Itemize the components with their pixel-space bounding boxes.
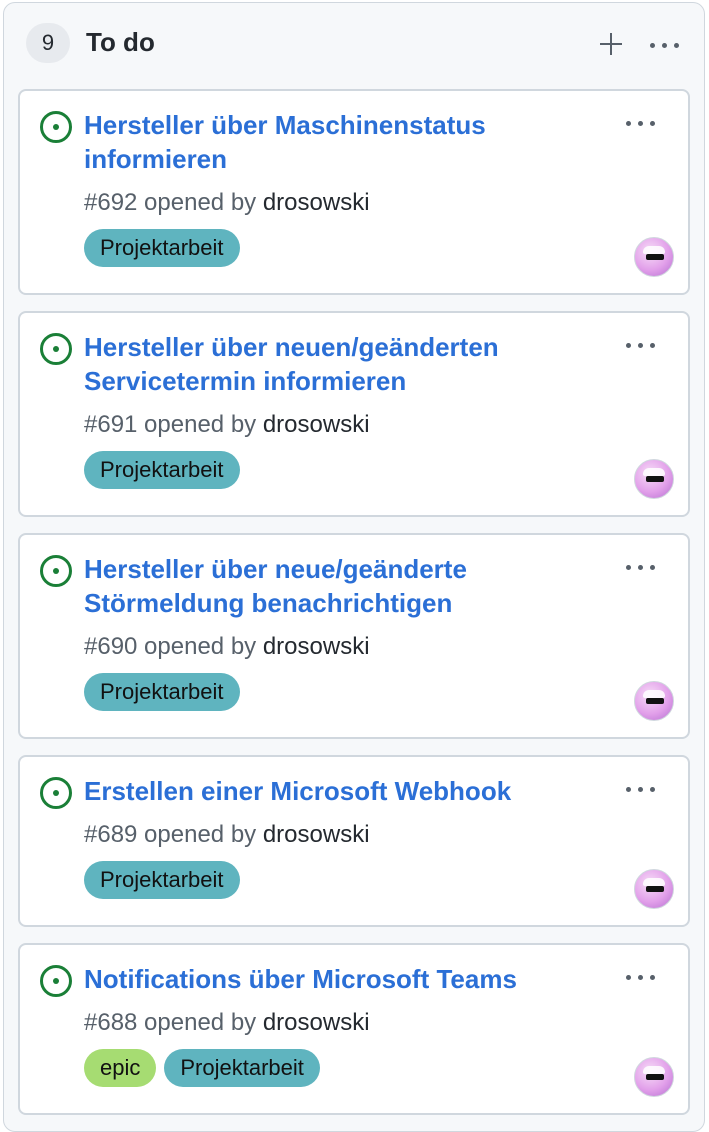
opened-by-text: opened by xyxy=(137,633,263,660)
label-projektarbeit[interactable]: Projektarbeit xyxy=(84,861,240,899)
issue-opened-icon xyxy=(40,965,72,997)
issue-meta: #689 opened by drosowski xyxy=(84,821,370,849)
issue-number: #688 xyxy=(84,1009,138,1036)
issue-opened-icon xyxy=(40,555,72,587)
avatar[interactable] xyxy=(634,1057,674,1097)
issue-count-badge: 9 xyxy=(26,23,70,63)
kebab-horizontal-icon[interactable] xyxy=(622,967,662,987)
issue-meta: #688 opened by drosowski xyxy=(84,1009,370,1037)
issue-card[interactable]: Notifications über Microsoft Teams #688 … xyxy=(18,943,690,1115)
issue-card[interactable]: Hersteller über Maschinenstatus informie… xyxy=(18,89,690,295)
kebab-horizontal-icon[interactable] xyxy=(622,335,662,355)
issue-meta: #690 opened by drosowski xyxy=(84,633,370,661)
issue-opened-icon xyxy=(40,777,72,809)
todo-column: 9 To do Hersteller über Maschinenstatus … xyxy=(3,2,705,1132)
issue-author[interactable]: drosowski xyxy=(263,1009,370,1036)
label-projektarbeit[interactable]: Projektarbeit xyxy=(164,1049,320,1087)
issue-title-link[interactable]: Notifications über Microsoft Teams xyxy=(84,962,604,996)
opened-by-text: opened by xyxy=(137,411,263,438)
opened-by-text: opened by xyxy=(137,821,263,848)
label-list: Projektarbeit xyxy=(84,861,240,899)
label-list: Projektarbeit xyxy=(84,673,240,711)
issue-author[interactable]: drosowski xyxy=(263,189,370,216)
issue-number: #691 xyxy=(84,411,138,438)
issue-title-link[interactable]: Erstellen einer Microsoft Webhook xyxy=(84,774,604,808)
issue-opened-icon xyxy=(40,111,72,143)
column-header: 9 To do xyxy=(4,3,704,89)
column-title: To do xyxy=(86,27,155,57)
avatar[interactable] xyxy=(634,459,674,499)
issue-author[interactable]: drosowski xyxy=(263,633,370,660)
issue-meta: #691 opened by drosowski xyxy=(84,411,370,439)
kebab-horizontal-icon[interactable] xyxy=(646,35,686,55)
label-projektarbeit[interactable]: Projektarbeit xyxy=(84,451,240,489)
issue-title-link[interactable]: Hersteller über neue/geänderte Störmeldu… xyxy=(84,552,604,620)
issue-author[interactable]: drosowski xyxy=(263,821,370,848)
issue-card[interactable]: Erstellen einer Microsoft Webhook #689 o… xyxy=(18,755,690,927)
issue-title-link[interactable]: Hersteller über Maschinenstatus informie… xyxy=(84,108,604,176)
kebab-horizontal-icon[interactable] xyxy=(622,113,662,133)
avatar[interactable] xyxy=(634,869,674,909)
issue-title-link[interactable]: Hersteller über neuen/geänderten Service… xyxy=(84,330,604,398)
kebab-horizontal-icon[interactable] xyxy=(622,557,662,577)
issue-number: #690 xyxy=(84,633,138,660)
kebab-horizontal-icon[interactable] xyxy=(622,779,662,799)
issue-number: #692 xyxy=(84,189,138,216)
label-list: epic Projektarbeit xyxy=(84,1049,320,1087)
label-projektarbeit[interactable]: Projektarbeit xyxy=(84,673,240,711)
issue-meta: #692 opened by drosowski xyxy=(84,189,370,217)
issue-card[interactable]: Hersteller über neue/geänderte Störmeldu… xyxy=(18,533,690,739)
label-list: Projektarbeit xyxy=(84,229,240,267)
issue-card[interactable]: Hersteller über neuen/geänderten Service… xyxy=(18,311,690,517)
opened-by-text: opened by xyxy=(137,189,263,216)
avatar[interactable] xyxy=(634,681,674,721)
label-list: Projektarbeit xyxy=(84,451,240,489)
avatar[interactable] xyxy=(634,237,674,277)
plus-icon[interactable] xyxy=(594,27,628,61)
opened-by-text: opened by xyxy=(137,1009,263,1036)
issue-number: #689 xyxy=(84,821,138,848)
issue-opened-icon xyxy=(40,333,72,365)
label-projektarbeit[interactable]: Projektarbeit xyxy=(84,229,240,267)
issue-author[interactable]: drosowski xyxy=(263,411,370,438)
label-epic[interactable]: epic xyxy=(84,1049,157,1087)
